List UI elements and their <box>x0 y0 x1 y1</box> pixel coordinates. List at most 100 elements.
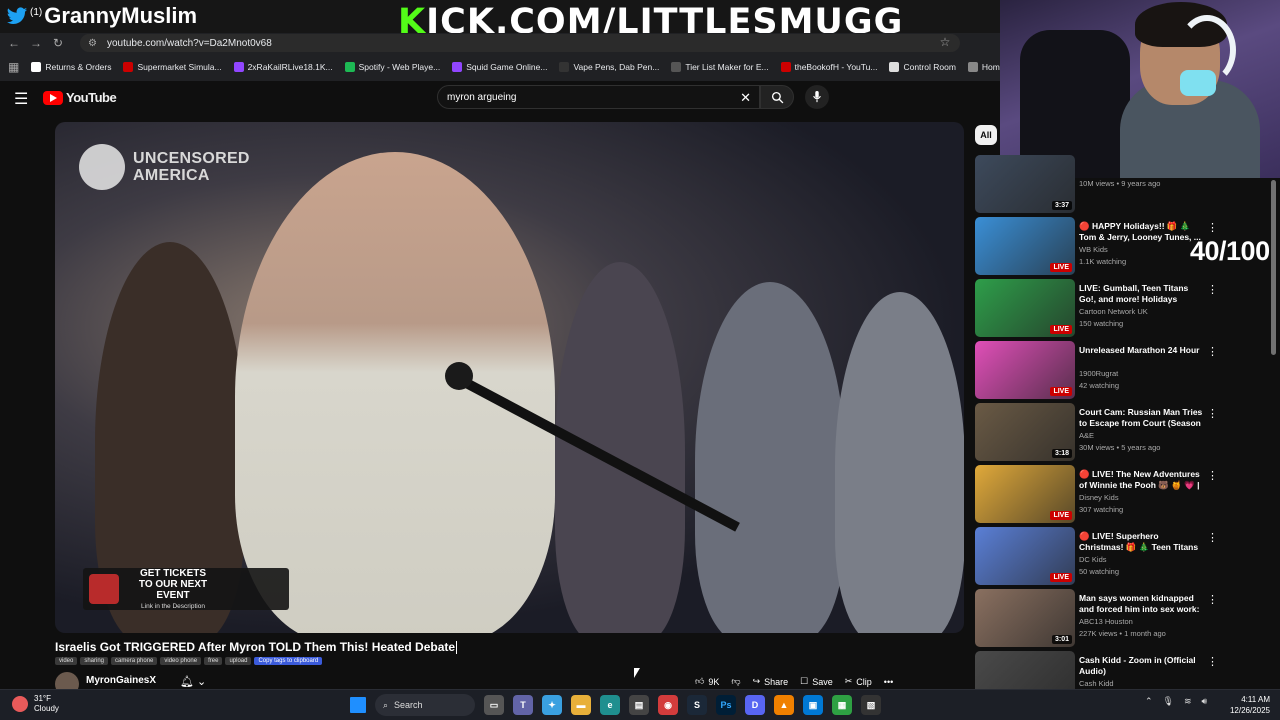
more-options-icon[interactable]: ⋮ <box>1207 221 1218 234</box>
video-title-text: Israelis Got TRIGGERED After Myron TOLD … <box>55 640 456 654</box>
recommendation-item[interactable]: LIVE Unreleased Marathon 24 Hour 1900Rugra… <box>975 341 1235 399</box>
search-input[interactable]: myron argueing ✕ <box>437 85 760 109</box>
photoshop-icon[interactable]: Ps <box>716 695 736 715</box>
ticket-ad-overlay[interactable]: GET TICKETS TO OUR NEXT EVENT Link in th… <box>83 568 289 610</box>
bookmark-favicon-icon <box>559 62 570 72</box>
bookmark-label: Supermarket Simula... <box>137 62 222 72</box>
bookmark-item[interactable]: Home <box>967 62 1000 72</box>
site-info-icon[interactable]: ⚙ <box>88 38 97 49</box>
windows-start-icon[interactable] <box>350 697 366 713</box>
recommendation-thumbnail[interactable] <box>975 651 1075 689</box>
video-tag[interactable]: video <box>55 657 78 665</box>
more-options-icon[interactable]: ⋮ <box>1207 469 1218 482</box>
chrome-icon[interactable]: ◉ <box>658 695 678 715</box>
clip-button[interactable]: ✂ Clip <box>845 676 872 687</box>
channel-name[interactable]: MyronGainesX <box>86 675 156 686</box>
steam-icon[interactable]: S <box>687 695 707 715</box>
address-bar[interactable]: ⚙ youtube.com/watch?v=Da2Mnot0v68 <box>80 34 960 52</box>
bookmark-item[interactable]: theBookofH - YouTu... <box>780 62 877 72</box>
share-button[interactable]: ↪ Share <box>753 676 789 687</box>
recommendation-thumbnail[interactable]: 3:18 <box>975 403 1075 461</box>
clock[interactable]: 4:11 AM 12/26/2025 <box>1220 694 1270 716</box>
recommendation-item[interactable]: 3:01 Man says women kidnapped and forced … <box>975 589 1235 647</box>
youtube-logo[interactable]: YouTube <box>43 90 117 105</box>
recommendation-thumbnail[interactable]: 3:37 <box>975 155 1075 213</box>
video-tag[interactable]: video phone <box>160 657 202 665</box>
notification-bell-icon[interactable]: 🔔︎ ⌄ <box>180 675 206 688</box>
recommendation-item[interactable]: LIVE 🔴 LIVE! Superhero Christmas! 🎁 🎄 Tee… <box>975 527 1235 585</box>
store-icon[interactable]: ▤ <box>629 695 649 715</box>
more-options-icon[interactable]: ⋮ <box>1207 593 1218 606</box>
teams-icon[interactable]: T <box>513 695 533 715</box>
video-tag[interactable]: free <box>204 657 223 665</box>
recommendation-thumbnail[interactable]: LIVE <box>975 279 1075 337</box>
bookmark-item[interactable]: Vape Pens, Dab Pen... <box>559 62 659 72</box>
tray-expand-icon[interactable]: ⌃ <box>1145 696 1153 707</box>
microphone-icon <box>813 91 821 103</box>
more-actions-button[interactable]: ••• <box>884 677 893 687</box>
recommendation-item[interactable]: 3:18 Court Cam: Russian Man Tries to Esca… <box>975 403 1235 461</box>
video-tag[interactable]: upload <box>225 657 252 665</box>
clear-search-icon[interactable]: ✕ <box>740 90 751 106</box>
channel-watermark: UNCENSORED AMERICA <box>79 144 253 190</box>
bookmark-item[interactable]: 2xRaKailRLive18.1K... <box>233 62 333 72</box>
hamburger-menu-icon[interactable]: ☰ <box>14 89 28 109</box>
chip-all[interactable]: All <box>975 125 997 145</box>
bookmark-item[interactable]: Returns & Orders <box>31 62 111 72</box>
copilot-icon[interactable]: ✦ <box>542 695 562 715</box>
more-options-icon[interactable]: ⋮ <box>1207 407 1218 420</box>
recommendations-sidebar: All 3:37 10M views • 9 years ago LIVE 🔴 HAP… <box>975 123 1275 689</box>
spotify-style-icon[interactable]: ▦ <box>832 695 852 715</box>
scrollbar[interactable] <box>1271 180 1276 355</box>
more-options-icon[interactable]: ⋮ <box>1207 531 1218 544</box>
background-crowd-person <box>695 282 845 633</box>
discord-icon[interactable]: D <box>745 695 765 715</box>
video-player[interactable]: UNCENSORED AMERICA GET TICKETS TO OUR NE… <box>55 122 964 633</box>
video-tag[interactable]: camera phone <box>111 657 158 665</box>
bookmark-item[interactable]: Squid Game Online... <box>452 62 547 72</box>
recommendation-thumbnail[interactable]: LIVE <box>975 527 1075 585</box>
bookmark-item[interactable]: Spotify - Web Playe... <box>344 62 440 72</box>
voice-search-button[interactable] <box>805 85 829 109</box>
bookmark-item[interactable]: Tier List Maker for E... <box>671 62 769 72</box>
app-icon[interactable]: ▣ <box>803 695 823 715</box>
screen-capture-icon[interactable]: ▧ <box>861 695 881 715</box>
like-button[interactable]: 👍︎ 9K <box>695 676 719 687</box>
reload-icon[interactable]: ↻ <box>47 36 69 50</box>
bookmark-item[interactable]: Supermarket Simula... <box>123 62 222 72</box>
task-view-icon[interactable]: ▭ <box>484 695 504 715</box>
vlc-icon[interactable]: ▲ <box>774 695 794 715</box>
recommendation-item[interactable]: LIVE 🔴 LIVE! The New Adventures of Winnie… <box>975 465 1235 523</box>
recommendation-meta: 10M views • 9 years ago <box>1079 179 1161 188</box>
wifi-icon[interactable]: ≋ <box>1184 696 1192 707</box>
recommendation-item[interactable]: 3:37 10M views • 9 years ago <box>975 155 1235 213</box>
volume-icon[interactable]: 🔊︎ <box>1202 696 1208 707</box>
recommendation-item[interactable]: LIVE LIVE: Gumball, Teen Titans Go!, and … <box>975 279 1235 337</box>
bookmark-item[interactable]: Control Room <box>889 62 956 72</box>
recommendation-thumbnail[interactable]: LIVE <box>975 341 1075 399</box>
more-options-icon[interactable]: ⋮ <box>1207 655 1218 668</box>
save-button[interactable]: ☐ Save <box>800 676 833 687</box>
forward-icon[interactable]: → <box>25 36 47 50</box>
apps-icon[interactable]: ▦ <box>8 60 19 74</box>
file-explorer-icon[interactable]: ▬ <box>571 695 591 715</box>
weather-widget[interactable]: 31°F Cloudy <box>12 694 59 714</box>
recommendation-thumbnail[interactable]: 3:01 <box>975 589 1075 647</box>
dislike-button[interactable]: 👎︎ <box>731 676 740 687</box>
recommendation-item[interactable]: Cash Kidd - Zoom in (Official Audio) Cash… <box>975 651 1235 689</box>
copy-tags-button[interactable]: Copy tags to clipboard <box>254 657 323 665</box>
back-icon[interactable]: ← <box>3 36 25 50</box>
video-tag[interactable]: sharing <box>80 657 109 665</box>
headset-icon <box>1180 70 1216 96</box>
taskbar-search[interactable]: ⌕ Search <box>375 694 475 716</box>
more-options-icon[interactable]: ⋮ <box>1207 345 1218 358</box>
search-button[interactable] <box>760 85 794 109</box>
bookmark-star-icon[interactable]: ☆ <box>934 35 956 49</box>
edge-icon[interactable]: e <box>600 695 620 715</box>
live-badge: LIVE <box>1050 387 1072 396</box>
recommendation-thumbnail[interactable]: LIVE <box>975 217 1075 275</box>
recommendation-item[interactable]: LIVE 🔴 HAPPY Holidays!! 🎁 🎄 Tom & Jerry, … <box>975 217 1235 275</box>
recommendation-thumbnail[interactable]: LIVE <box>975 465 1075 523</box>
microphone-tray-icon[interactable]: 🎙︎ <box>1163 696 1174 707</box>
more-options-icon[interactable]: ⋮ <box>1207 283 1218 296</box>
